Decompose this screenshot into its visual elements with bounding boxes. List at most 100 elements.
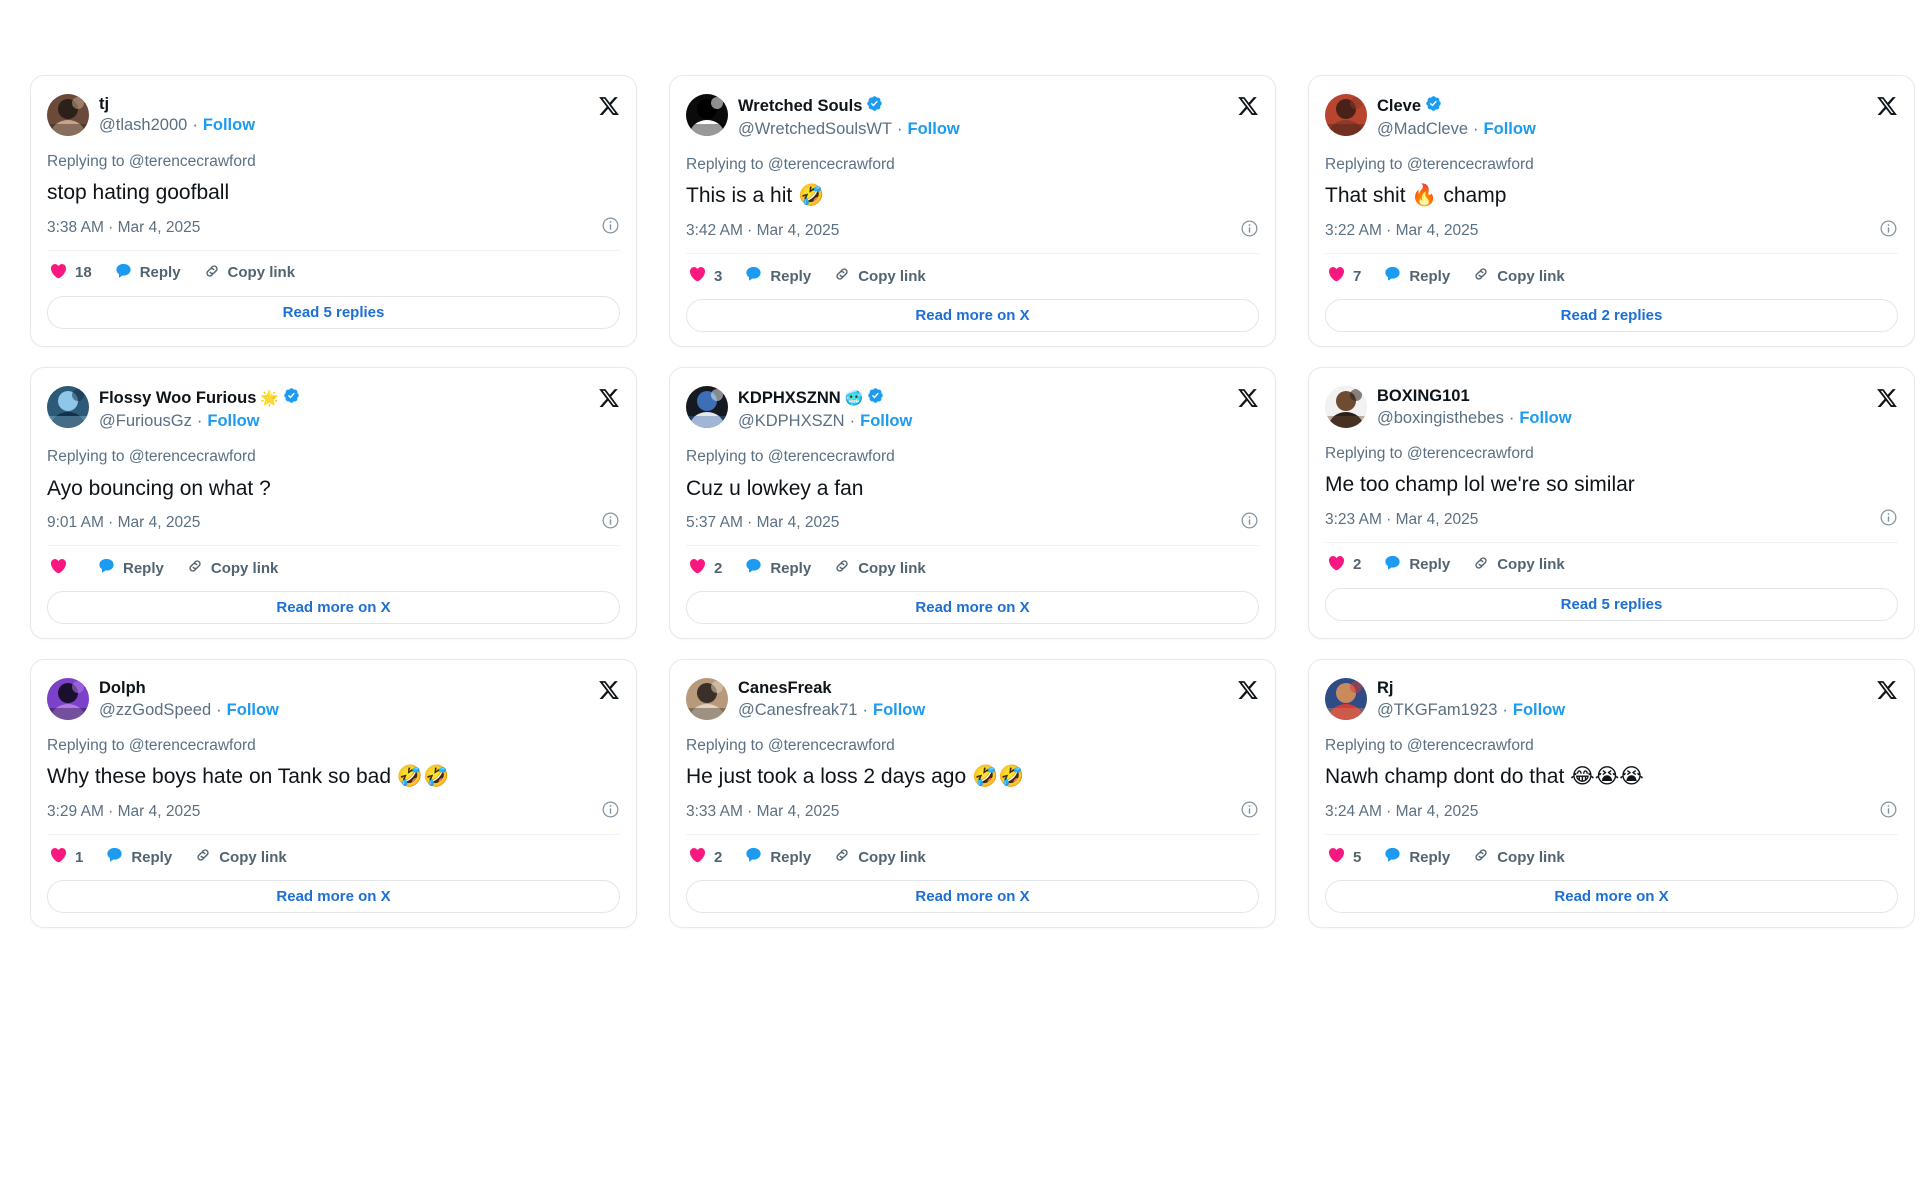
author-handle[interactable]: @boxingisthebes	[1377, 408, 1504, 429]
like-button[interactable]: 2	[688, 557, 722, 579]
info-icon[interactable]	[1240, 800, 1259, 824]
reply-button[interactable]: Reply	[1383, 554, 1450, 576]
follow-button[interactable]: Follow	[207, 411, 259, 432]
avatar[interactable]	[47, 94, 89, 136]
tweet-card[interactable]: Dolph @zzGodSpeed · Follow Replying to @tere…	[30, 659, 637, 929]
copy-link-button[interactable]: Copy link	[194, 846, 287, 868]
tweet-card[interactable]: KDPHXSZNN 🥶 @KDPHXSZN · Follow Replying to @t…	[669, 367, 1276, 640]
reply-button[interactable]: Reply	[114, 262, 181, 284]
info-icon[interactable]	[1240, 511, 1259, 535]
follow-button[interactable]: Follow	[1484, 119, 1536, 140]
reply-button[interactable]: Reply	[97, 557, 164, 579]
avatar[interactable]	[1325, 678, 1367, 721]
author-display-name[interactable]: KDPHXSZNN	[738, 389, 841, 408]
author-display-name[interactable]: Wretched Souls	[738, 97, 862, 116]
author-display-name[interactable]: BOXING101	[1377, 387, 1470, 406]
tweet-card[interactable]: Wretched Souls @WretchedSoulsWT · Follow Rep…	[669, 75, 1276, 348]
read-more-button[interactable]: Read 2 replies	[1325, 299, 1898, 333]
x-logo-icon[interactable]	[598, 679, 620, 701]
reply-button[interactable]: Reply	[1383, 846, 1450, 868]
like-button[interactable]: 5	[1327, 846, 1361, 868]
info-icon[interactable]	[601, 216, 620, 240]
read-more-button[interactable]: Read more on X	[1325, 880, 1898, 914]
author-handle[interactable]: @zzGodSpeed	[99, 700, 211, 721]
author-display-name[interactable]: Dolph	[99, 679, 146, 698]
avatar[interactable]	[47, 386, 89, 429]
author-display-name[interactable]: Cleve	[1377, 97, 1421, 116]
author-handle[interactable]: @FuriousGz	[99, 411, 192, 432]
info-icon[interactable]	[1240, 219, 1259, 243]
author-handle[interactable]: @WretchedSoulsWT	[738, 119, 892, 140]
reply-button[interactable]: Reply	[744, 846, 811, 868]
x-logo-icon[interactable]	[598, 95, 620, 117]
info-icon[interactable]	[601, 800, 620, 824]
follow-button[interactable]: Follow	[227, 700, 279, 721]
like-button[interactable]: 1	[49, 846, 83, 868]
read-more-button[interactable]: Read more on X	[686, 299, 1259, 333]
author-handle[interactable]: @tlash2000	[99, 115, 187, 136]
avatar[interactable]	[1325, 94, 1367, 136]
author-display-name[interactable]: tj	[99, 95, 109, 114]
read-more-button[interactable]: Read more on X	[47, 591, 620, 625]
copy-link-button[interactable]: Copy link	[186, 557, 278, 579]
tweet-card[interactable]: BOXING101 @boxingisthebes · Follow Replying …	[1308, 367, 1915, 640]
x-logo-icon[interactable]	[1237, 387, 1259, 409]
reply-button[interactable]: Reply	[105, 846, 172, 868]
author-handle[interactable]: @MadCleve	[1377, 119, 1468, 140]
author-display-name[interactable]: Flossy Woo Furious	[99, 389, 256, 408]
copy-link-button[interactable]: Copy link	[203, 262, 295, 284]
copy-link-button[interactable]: Copy link	[833, 265, 926, 287]
x-logo-icon[interactable]	[1876, 679, 1898, 701]
x-logo-icon[interactable]	[598, 387, 620, 409]
info-icon[interactable]	[601, 511, 620, 535]
avatar[interactable]	[686, 678, 728, 721]
tweet-card[interactable]: CanesFreak @Canesfreak71 · Follow Replying t…	[669, 659, 1276, 929]
tweet-meta-row: 3:29 AM · Mar 4, 2025	[47, 800, 620, 824]
x-logo-icon[interactable]	[1237, 95, 1259, 117]
x-logo-icon[interactable]	[1876, 95, 1898, 117]
author-display-name[interactable]: CanesFreak	[738, 679, 832, 698]
tweet-card[interactable]: tj @tlash2000 · Follow Replying to @terencec…	[30, 75, 637, 348]
copy-link-button[interactable]: Copy link	[1472, 846, 1565, 868]
x-logo-icon[interactable]	[1876, 387, 1898, 409]
author-handle[interactable]: @KDPHXSZN	[738, 411, 845, 432]
like-button[interactable]: 7	[1327, 265, 1361, 287]
author-handle[interactable]: @TKGFam1923	[1377, 700, 1497, 721]
reply-button[interactable]: Reply	[1383, 265, 1450, 287]
tweet-card[interactable]: Rj @TKGFam1923 · Follow Replying to @terence…	[1308, 659, 1915, 929]
author-handle[interactable]: @Canesfreak71	[738, 700, 857, 721]
reply-button[interactable]: Reply	[744, 265, 811, 287]
avatar[interactable]	[1325, 386, 1367, 429]
reply-button[interactable]: Reply	[744, 557, 811, 579]
follow-button[interactable]: Follow	[203, 115, 255, 136]
read-more-button[interactable]: Read more on X	[686, 880, 1259, 914]
copy-link-button[interactable]: Copy link	[833, 557, 926, 579]
follow-button[interactable]: Follow	[873, 700, 925, 721]
copy-link-button[interactable]: Copy link	[833, 846, 926, 868]
copy-link-button[interactable]: Copy link	[1472, 554, 1565, 576]
x-logo-icon[interactable]	[1237, 679, 1259, 701]
avatar[interactable]	[47, 678, 89, 721]
like-button[interactable]: 2	[1327, 554, 1361, 576]
tweet-card[interactable]: Flossy Woo Furious 🌟 @FuriousGz · Follow Repl…	[30, 367, 637, 640]
like-button[interactable]: 3	[688, 265, 722, 287]
read-more-button[interactable]: Read 5 replies	[47, 295, 620, 329]
follow-button[interactable]: Follow	[1519, 408, 1571, 429]
info-icon[interactable]	[1879, 219, 1898, 243]
info-icon[interactable]	[1879, 508, 1898, 532]
info-icon[interactable]	[1879, 800, 1898, 824]
like-button[interactable]: 18	[49, 262, 92, 284]
read-more-button[interactable]: Read more on X	[47, 880, 620, 914]
avatar[interactable]	[686, 94, 728, 136]
author-display-name[interactable]: Rj	[1377, 679, 1394, 698]
read-more-button[interactable]: Read more on X	[686, 591, 1259, 625]
avatar[interactable]	[686, 386, 728, 429]
tweet-card[interactable]: Cleve @MadCleve · Follow Replying to @terenc…	[1308, 75, 1915, 348]
follow-button[interactable]: Follow	[1513, 700, 1565, 721]
read-more-button[interactable]: Read 5 replies	[1325, 587, 1898, 621]
like-button[interactable]: 2	[688, 846, 722, 868]
follow-button[interactable]: Follow	[908, 119, 960, 140]
like-button[interactable]	[49, 557, 75, 579]
copy-link-button[interactable]: Copy link	[1472, 265, 1565, 287]
follow-button[interactable]: Follow	[860, 411, 912, 432]
